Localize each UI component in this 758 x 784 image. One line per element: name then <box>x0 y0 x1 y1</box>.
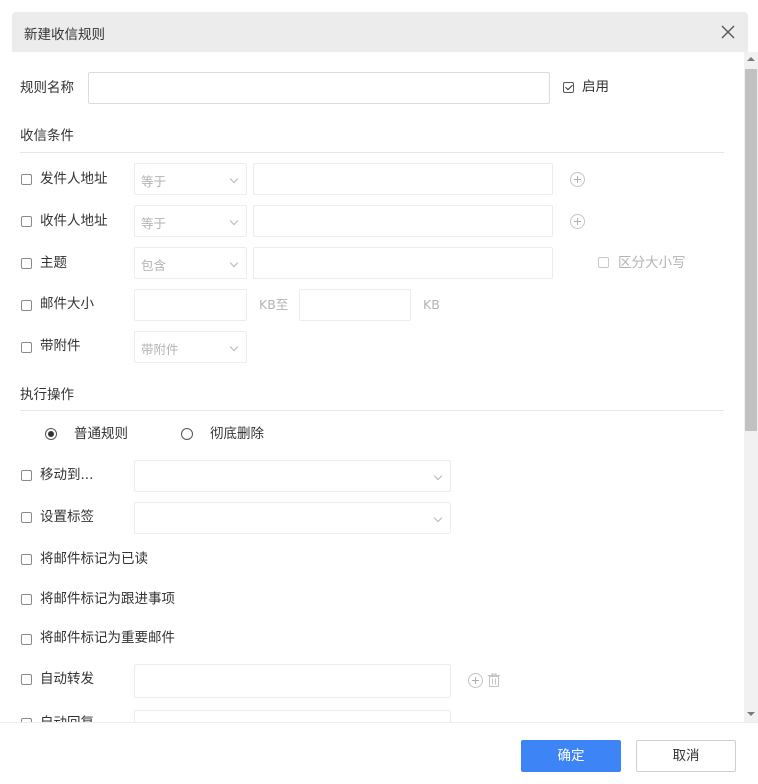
rule-name-label: 规则名称 <box>20 80 74 96</box>
case-sensitive-checkbox[interactable] <box>598 257 609 268</box>
actions-divider <box>20 410 724 411</box>
subject-label: 主题 <box>40 255 67 271</box>
chevron-down-icon <box>229 174 239 184</box>
mode-delete-label: 彻底删除 <box>210 426 264 442</box>
move-to-select[interactable] <box>134 460 451 492</box>
subject-operator-value: 包含 <box>141 258 167 273</box>
set-tag-checkbox[interactable] <box>21 512 32 523</box>
sender-label: 发件人地址 <box>40 171 108 187</box>
mode-delete-radio[interactable] <box>181 428 193 440</box>
subject-checkbox[interactable] <box>21 258 32 269</box>
mark-followup-checkbox[interactable] <box>21 594 32 605</box>
recipient-label: 收件人地址 <box>40 213 108 229</box>
recipient-operator-select[interactable]: 等于 <box>134 205 247 237</box>
scroll-up-icon[interactable] <box>747 57 755 61</box>
move-to-checkbox[interactable] <box>21 470 32 481</box>
set-tag-label: 设置标签 <box>40 509 94 525</box>
sender-operator-value: 等于 <box>141 174 167 189</box>
actions-section-title: 执行操作 <box>20 387 74 403</box>
dialog-footer: 确定 取消 <box>0 722 758 784</box>
rule-name-input[interactable] <box>88 72 550 104</box>
attachment-label: 带附件 <box>40 338 81 354</box>
auto-forward-input[interactable] <box>134 664 451 698</box>
conditions-divider <box>20 152 724 153</box>
add-sender-icon[interactable] <box>570 172 585 187</box>
enable-label: 启用 <box>582 79 609 95</box>
mark-important-label: 将邮件标记为重要邮件 <box>40 630 175 646</box>
auto-forward-label: 自动转发 <box>40 671 94 687</box>
scroll-down-icon[interactable] <box>747 712 755 716</box>
size-checkbox[interactable] <box>21 300 32 311</box>
recipient-checkbox[interactable] <box>21 216 32 227</box>
conditions-section-title: 收信条件 <box>20 128 74 144</box>
mark-read-checkbox[interactable] <box>21 554 32 565</box>
size-unit-to: KB <box>423 297 440 312</box>
attachment-select[interactable]: 带附件 <box>134 331 247 363</box>
auto-forward-checkbox[interactable] <box>21 674 32 685</box>
case-sensitive-label: 区分大小写 <box>618 255 686 271</box>
add-recipient-icon[interactable] <box>570 214 585 229</box>
auto-reply-label: 自动回复 <box>40 714 94 722</box>
trash-icon[interactable] <box>488 672 500 687</box>
recipient-value-input[interactable] <box>253 205 553 237</box>
dialog-body: 规则名称 启用 收信条件 发件人地址 等于 收件人地址 等于 主题 包含 区分大… <box>0 52 758 722</box>
chevron-down-icon <box>433 513 443 523</box>
mark-read-label: 将邮件标记为已读 <box>40 551 148 567</box>
scrollbar-thumb[interactable] <box>745 69 757 431</box>
attachment-checkbox[interactable] <box>21 342 32 353</box>
chevron-down-icon <box>229 342 239 352</box>
size-max-input[interactable] <box>299 289 411 321</box>
cancel-button[interactable]: 取消 <box>636 740 736 772</box>
attachment-option: 带附件 <box>141 342 179 357</box>
sender-value-input[interactable] <box>253 163 553 195</box>
dialog-header: 新建收信规则 <box>12 12 748 52</box>
move-to-label: 移动到... <box>40 467 94 483</box>
size-min-input[interactable] <box>134 289 247 321</box>
sender-operator-select[interactable]: 等于 <box>134 163 247 195</box>
add-forward-icon[interactable] <box>468 673 483 688</box>
mark-important-checkbox[interactable] <box>21 634 32 645</box>
recipient-operator-value: 等于 <box>141 216 167 231</box>
subject-value-input[interactable] <box>253 247 553 279</box>
chevron-down-icon <box>433 471 443 481</box>
chevron-down-icon <box>229 258 239 268</box>
set-tag-select[interactable] <box>134 502 451 534</box>
enable-checkbox[interactable] <box>563 82 574 93</box>
close-icon[interactable] <box>718 22 738 42</box>
mode-normal-label: 普通规则 <box>74 426 128 442</box>
size-label: 邮件大小 <box>40 296 94 312</box>
mode-normal-radio[interactable] <box>45 428 57 440</box>
mark-followup-label: 将邮件标记为跟进事项 <box>40 591 175 607</box>
size-unit-from: KB至 <box>259 297 289 312</box>
confirm-button[interactable]: 确定 <box>521 740 621 772</box>
dialog-title: 新建收信规则 <box>24 27 105 43</box>
chevron-down-icon <box>229 216 239 226</box>
subject-operator-select[interactable]: 包含 <box>134 247 247 279</box>
sender-checkbox[interactable] <box>21 174 32 185</box>
auto-reply-input[interactable] <box>134 710 451 722</box>
